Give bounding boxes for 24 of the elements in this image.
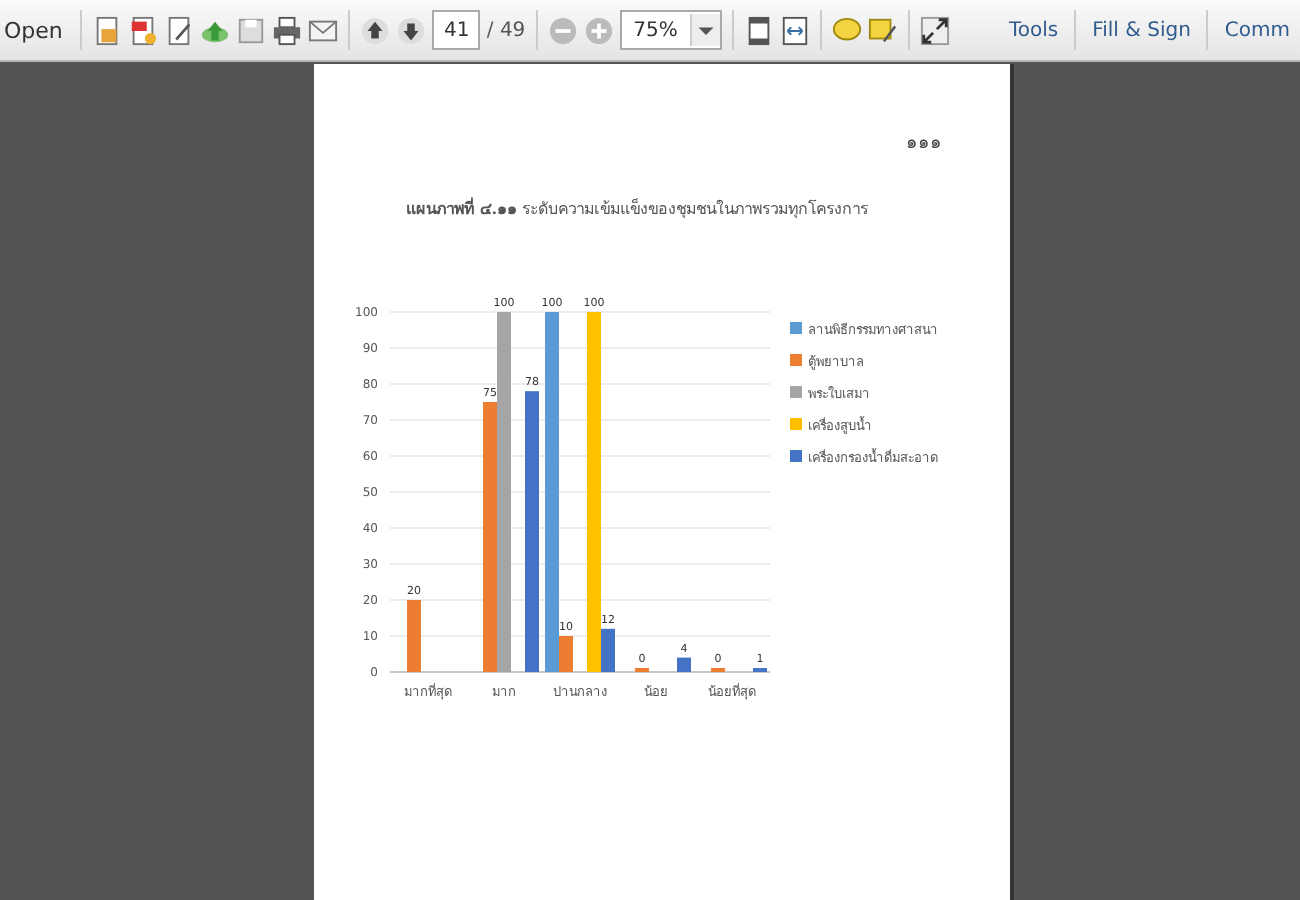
comment-icon[interactable]	[831, 15, 862, 45]
bar	[677, 657, 691, 672]
page-number-field[interactable]: 41	[432, 10, 481, 50]
toolbar-link[interactable]: Fill & Sign	[1082, 19, 1201, 41]
document-icon[interactable]	[92, 15, 123, 45]
zoom-dropdown[interactable]: 75%	[619, 10, 722, 50]
bar	[407, 600, 421, 672]
caret-icon	[689, 14, 720, 46]
pdf-icon[interactable]	[128, 15, 159, 45]
edit-icon[interactable]	[164, 15, 195, 45]
fit-width-icon[interactable]	[779, 15, 810, 45]
highlight-icon[interactable]	[867, 15, 898, 45]
expand-icon[interactable]	[919, 15, 950, 45]
figure-caption: แผนภาพที่ ๔.๑๑ ระดับความเข้มแข็งของชุมชนในภาพรวมทุกโครงการ	[406, 196, 871, 222]
print-icon[interactable]	[272, 15, 303, 45]
open-button[interactable]: Open	[0, 13, 71, 47]
arrow-down-icon[interactable]	[396, 15, 427, 45]
fit-page-icon[interactable]	[743, 15, 774, 45]
toolbar-link[interactable]: Tools	[998, 19, 1069, 41]
toolbar-link[interactable]: Comm	[1214, 19, 1300, 41]
arrow-up-icon[interactable]	[360, 15, 391, 45]
page-total: / 49	[486, 19, 526, 41]
mail-icon[interactable]	[308, 15, 339, 45]
page-number: ๑๑๑	[906, 132, 942, 156]
